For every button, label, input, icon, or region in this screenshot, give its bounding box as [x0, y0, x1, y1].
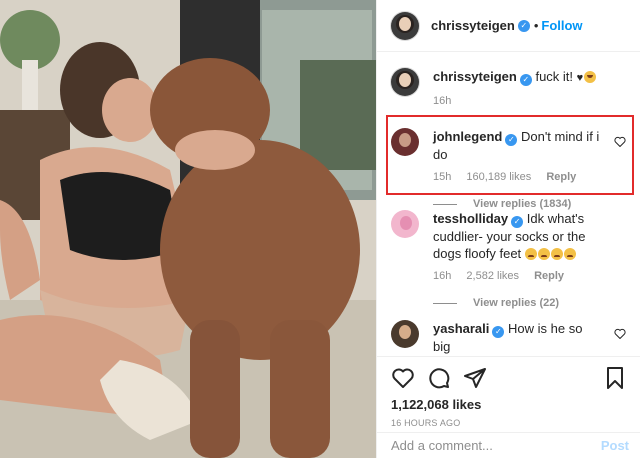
comment-item: tessholliday ✓ Idk what's cuddlier- your …: [391, 210, 636, 309]
caption: chrissyteigen ✓ fuck it! ♥ 16h: [391, 68, 631, 110]
like-comment-heart-icon[interactable]: [614, 136, 626, 147]
post-photo[interactable]: [0, 0, 376, 458]
caption-text: fuck it!: [535, 69, 577, 84]
view-replies-button[interactable]: View replies (22): [433, 297, 636, 309]
heart-icon[interactable]: [391, 366, 415, 390]
verified-icon: ✓: [492, 326, 505, 338]
reply-button[interactable]: Reply: [546, 171, 576, 183]
comment-item: johnlegend ✓ Don't mind if i do 15h 160,1…: [391, 128, 636, 210]
view-replies-button[interactable]: View replies (1834): [433, 198, 636, 210]
view-replies-label: View replies (22): [473, 297, 560, 309]
view-replies-label: View replies (1834): [473, 198, 572, 210]
replies-line: [433, 302, 457, 304]
replies-line: [433, 203, 457, 205]
verified-icon: ✓: [517, 19, 530, 32]
comment-time[interactable]: 15h: [433, 171, 451, 183]
post-photo-image: [0, 0, 376, 458]
commenter-avatar[interactable]: [391, 128, 419, 156]
author-avatar[interactable]: [391, 11, 419, 40]
separator-dot: •: [533, 18, 539, 33]
pleading-emoji-icon: [563, 248, 576, 260]
verified-icon: ✓: [519, 74, 532, 86]
heart-eyes-emoji-icon: [584, 71, 597, 83]
post-timestamp[interactable]: 16 HOURS AGO: [391, 418, 627, 428]
comment-icon[interactable]: [427, 366, 451, 390]
pleading-emoji-icon: [537, 248, 550, 260]
comment-likes[interactable]: 2,582 likes: [466, 270, 519, 282]
caption-time[interactable]: 16h: [433, 95, 451, 107]
comments-list[interactable]: chrissyteigen ✓ fuck it! ♥ 16h johnlegend…: [377, 52, 640, 356]
comment-item: yasharali ✓ How is he so big: [391, 320, 636, 355]
post-header: chrissyteigen ✓ • Follow: [377, 0, 640, 52]
pleading-emoji-icon: [550, 248, 563, 260]
commenter-username[interactable]: yasharali: [433, 321, 489, 336]
likes-count[interactable]: 1,122,068 likes: [391, 397, 627, 412]
post-sidebar: chrissyteigen ✓ • Follow chrissyteigen ✓ …: [376, 0, 640, 458]
comment-time[interactable]: 16h: [433, 270, 451, 282]
verified-icon: ✓: [511, 216, 524, 228]
like-comment-heart-icon[interactable]: [614, 328, 626, 339]
verified-icon: ✓: [505, 134, 518, 146]
add-comment-input[interactable]: [391, 438, 601, 453]
author-avatar[interactable]: [391, 68, 419, 96]
share-icon[interactable]: [463, 366, 487, 390]
commenter-username[interactable]: tessholliday: [433, 211, 508, 226]
heart-emoji-icon: ♥: [576, 72, 584, 84]
author-username[interactable]: chrissyteigen: [431, 18, 515, 33]
follow-button[interactable]: Follow: [541, 18, 582, 33]
commenter-avatar[interactable]: [391, 320, 419, 348]
caption-username[interactable]: chrissyteigen: [433, 69, 517, 84]
reply-button[interactable]: Reply: [534, 270, 564, 282]
pleading-emoji-icon: [524, 248, 537, 260]
commenter-username[interactable]: johnlegend: [433, 129, 502, 144]
add-comment-bar: Post: [377, 432, 640, 458]
bookmark-icon[interactable]: [603, 366, 627, 390]
post-button[interactable]: Post: [601, 438, 629, 453]
commenter-avatar[interactable]: [391, 210, 419, 238]
action-bar: 1,122,068 likes 16 HOURS AGO: [377, 356, 640, 432]
comment-likes[interactable]: 160,189 likes: [466, 171, 531, 183]
